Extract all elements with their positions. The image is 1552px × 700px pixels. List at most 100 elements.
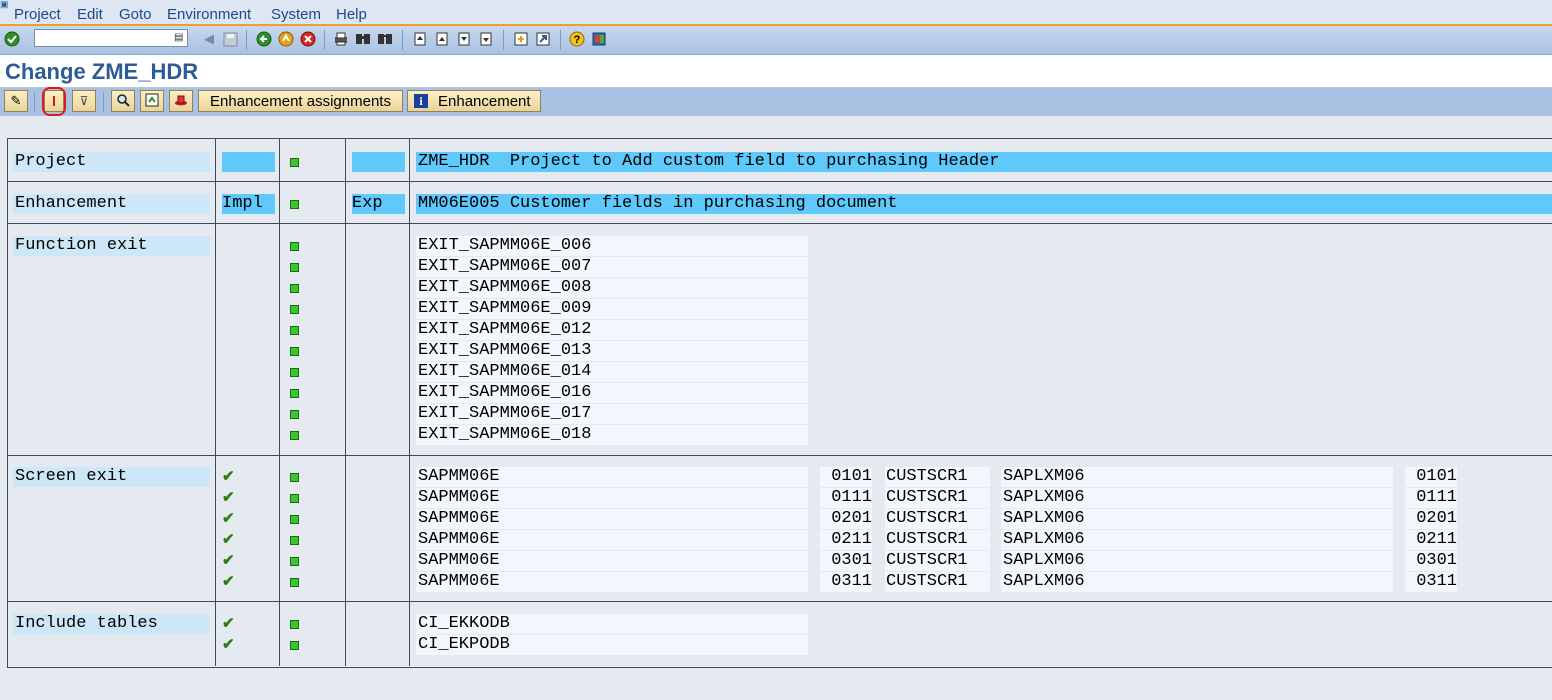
enhancement-name: MM06E005	[418, 194, 500, 213]
next-page-icon[interactable]	[455, 30, 473, 48]
enhancement-label: Enhancement	[13, 194, 210, 214]
toolbar-separator	[560, 30, 561, 50]
status-led-icon	[290, 200, 299, 209]
row-divider	[7, 601, 1552, 602]
screen-exit-area: CUSTSCR1	[885, 530, 990, 550]
include-table-item[interactable]: CI_EKKODB	[416, 614, 808, 634]
find-icon[interactable]	[354, 30, 372, 48]
status-led-icon	[290, 368, 299, 377]
menu-goto[interactable]: Goto	[119, 6, 152, 24]
toolbar-separator	[324, 30, 325, 50]
function-exit-item[interactable]: EXIT_SAPMM06E_007	[416, 257, 808, 277]
enhancement-header-field[interactable]: MM06E005 Customer fields in purchasing d…	[416, 194, 1552, 214]
screen-exit-screen: 0101	[820, 467, 872, 487]
menu-edit[interactable]: Edit	[77, 6, 103, 24]
display-object-button[interactable]	[111, 90, 135, 112]
enter-icon[interactable]	[3, 30, 21, 48]
function-exit-item[interactable]: EXIT_SAPMM06E_013	[416, 341, 808, 361]
pencil-glasses-icon: ✎	[10, 93, 22, 108]
screen-exit-sub-screen: 0211	[1405, 530, 1457, 550]
toolbar-separator	[34, 92, 35, 112]
shortcut-icon[interactable]	[534, 30, 552, 48]
deactivate-icon: ⊽	[79, 94, 89, 108]
enhancement-assignments-button[interactable]: Enhancement assignments	[198, 90, 403, 112]
enhancement-button[interactable]: i Enhancement	[407, 90, 541, 112]
function-exit-label: Function exit	[13, 236, 210, 256]
checkmark-icon: ✔	[222, 636, 235, 653]
menu-environment[interactable]: Environment	[167, 6, 251, 24]
document-arrow-icon	[145, 93, 159, 110]
screen-exit-sub-program: SAPLXM06	[1001, 530, 1393, 550]
screen-exit-sub-screen: 0311	[1405, 572, 1457, 592]
back-arrow-icon[interactable]: ◀	[200, 30, 218, 48]
screen-exit-screen: 0201	[820, 509, 872, 529]
screen-exit-sub-program: SAPLXM06	[1001, 572, 1393, 592]
cancel-icon[interactable]	[299, 30, 317, 48]
documentation-button[interactable]	[140, 90, 164, 112]
menu-help[interactable]: Help	[336, 6, 367, 24]
function-exit-item[interactable]: EXIT_SAPMM06E_006	[416, 236, 808, 256]
function-exit-item[interactable]: EXIT_SAPMM06E_018	[416, 425, 808, 445]
status-led-icon	[290, 284, 299, 293]
project-name: ZME_HDR	[418, 152, 490, 171]
previous-page-icon[interactable]	[433, 30, 451, 48]
checkmark-icon: ✔	[222, 552, 235, 569]
exit-icon[interactable]	[277, 30, 295, 48]
screen-exit-program[interactable]: SAPMM06E	[416, 572, 808, 592]
display-change-button[interactable]: ✎	[4, 90, 28, 112]
find-next-icon[interactable]	[376, 30, 394, 48]
window-menu-icon[interactable]: ▣	[0, 0, 10, 9]
customize-layout-icon[interactable]	[590, 30, 608, 48]
help-icon[interactable]: ?	[568, 30, 586, 48]
status-led-icon	[290, 494, 299, 503]
hat-icon	[174, 93, 188, 110]
row-divider	[7, 223, 1552, 224]
status-led-icon	[290, 536, 299, 545]
toolbar-separator	[103, 92, 104, 112]
row-divider	[7, 455, 1552, 456]
title-bar	[0, 55, 1552, 88]
project-description: Project to Add custom field to purchasin…	[509, 152, 1000, 171]
status-led-icon	[290, 242, 299, 251]
screen-exit-program[interactable]: SAPMM06E	[416, 467, 808, 487]
last-page-icon[interactable]	[477, 30, 495, 48]
column-divider	[215, 139, 216, 666]
screen-exit-program[interactable]: SAPMM06E	[416, 488, 808, 508]
deactivate-project-button[interactable]: ⊽	[72, 90, 96, 112]
screen-exit-program[interactable]: SAPMM06E	[416, 551, 808, 571]
function-exit-item[interactable]: EXIT_SAPMM06E_008	[416, 278, 808, 298]
new-session-icon[interactable]	[512, 30, 530, 48]
screen-exit-sub-screen: 0111	[1405, 488, 1457, 508]
function-exit-item[interactable]: EXIT_SAPMM06E_009	[416, 299, 808, 319]
svg-text:?: ?	[574, 34, 581, 46]
print-icon[interactable]	[332, 30, 350, 48]
project-header-field[interactable]: ZME_HDR Project to Add custom field to p…	[416, 152, 1552, 172]
first-page-icon[interactable]	[411, 30, 429, 48]
include-table-item[interactable]: CI_EKPODB	[416, 635, 808, 655]
checkmark-icon: ✔	[222, 615, 235, 632]
project-label: Project	[13, 152, 210, 172]
screen-exit-program[interactable]: SAPMM06E	[416, 530, 808, 550]
screen-exit-area: CUSTSCR1	[885, 551, 990, 571]
menu-project[interactable]: Project	[14, 6, 61, 24]
change-button[interactable]	[169, 90, 193, 112]
function-exit-item[interactable]: EXIT_SAPMM06E_016	[416, 383, 808, 403]
function-exit-item[interactable]: EXIT_SAPMM06E_014	[416, 362, 808, 382]
column-divider	[409, 139, 410, 666]
function-exit-item[interactable]: EXIT_SAPMM06E_017	[416, 404, 808, 424]
screen-exit-program[interactable]: SAPMM06E	[416, 509, 808, 529]
screen-exit-screen: 0311	[820, 572, 872, 592]
function-exit-item[interactable]: EXIT_SAPMM06E_012	[416, 320, 808, 340]
toolbar-separator	[402, 30, 403, 50]
menu-system[interactable]: System	[271, 6, 321, 24]
screen-exit-screen: 0301	[820, 551, 872, 571]
status-led-icon	[290, 347, 299, 356]
save-icon[interactable]	[221, 30, 239, 48]
screen-exit-area: CUSTSCR1	[885, 488, 990, 508]
status-led-icon	[290, 326, 299, 335]
command-history-icon[interactable]: ▤	[174, 32, 186, 44]
command-field[interactable]	[34, 29, 188, 47]
include-tables-label: Include tables	[13, 614, 210, 634]
info-icon: i	[414, 94, 428, 108]
green-back-icon[interactable]	[255, 30, 273, 48]
